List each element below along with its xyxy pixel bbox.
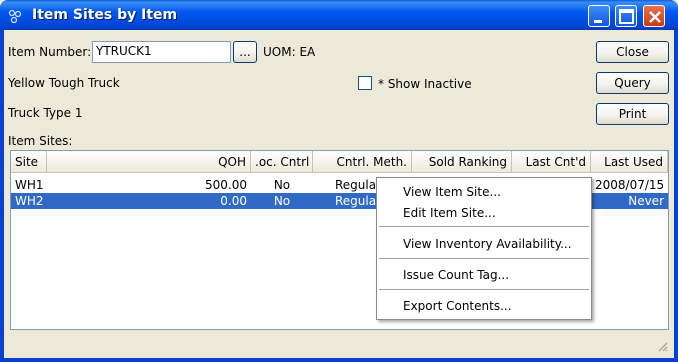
menu-item-view-inventory-availability[interactable]: View Inventory Availability... (377, 233, 591, 255)
window-frame-bottom (0, 358, 678, 362)
uom-label: UOM: EA (263, 45, 316, 59)
main-window: Item Sites by Item Item Number: YTRUCK1 … (0, 0, 678, 362)
cell-last-used: Never (628, 194, 664, 208)
dialog-body: Item Number: YTRUCK1 ... UOM: EA Yellow … (4, 30, 674, 358)
item-number-input[interactable]: YTRUCK1 (92, 41, 231, 63)
show-inactive-checkbox[interactable] (358, 76, 372, 90)
item-description-2: Truck Type 1 (8, 106, 83, 120)
menu-separator (379, 289, 589, 290)
title-bar[interactable]: Item Sites by Item (0, 0, 678, 30)
cell-loc-cntrl: No (273, 194, 291, 208)
cell-qoh: 0.00 (220, 194, 247, 208)
resize-grip-icon[interactable] (656, 340, 668, 352)
item-sites-label: Item Sites: (8, 134, 73, 148)
column-header-loc-cntrl[interactable]: .oc. Cntrl (251, 151, 313, 173)
app-icon (7, 8, 23, 24)
menu-item-view-item-site[interactable]: View Item Site... (377, 181, 591, 203)
menu-item-issue-count-tag[interactable]: Issue Count Tag... (377, 264, 591, 286)
context-menu: View Item Site... Edit Item Site... View… (376, 177, 592, 320)
column-header-sold-ranking[interactable]: Sold Ranking (412, 151, 512, 173)
show-inactive-label: * Show Inactive (378, 77, 472, 91)
menu-item-edit-item-site[interactable]: Edit Item Site... (377, 202, 591, 224)
maximize-button[interactable] (615, 5, 637, 27)
minimize-icon (594, 20, 602, 23)
column-header-last-cntd[interactable]: Last Cnt'd (512, 151, 591, 173)
menu-item-export-contents[interactable]: Export Contents... (377, 295, 591, 317)
print-button[interactable]: Print (596, 103, 669, 125)
cell-loc-cntrl: No (273, 178, 291, 192)
item-lookup-button[interactable]: ... (233, 41, 257, 63)
item-description-1: Yellow Tough Truck (8, 76, 120, 90)
item-number-label: Item Number: (8, 45, 92, 59)
close-window-button[interactable] (643, 5, 665, 27)
column-header-last-used[interactable]: Last Used (591, 151, 668, 173)
window-frame-right (674, 30, 678, 362)
close-icon (649, 11, 661, 23)
cell-last-used: 2008/07/15 (595, 178, 665, 192)
minimize-button[interactable] (588, 5, 610, 27)
maximize-icon (619, 9, 634, 24)
menu-separator (379, 258, 589, 259)
column-header-site[interactable]: Site (11, 151, 47, 173)
query-button[interactable]: Query (596, 72, 669, 94)
cell-qoh: 500.00 (205, 178, 247, 192)
menu-separator (379, 226, 589, 227)
close-button[interactable]: Close (596, 41, 669, 63)
column-header-cntrl-meth[interactable]: Cntrl. Meth. (313, 151, 412, 173)
window-title: Item Sites by Item (32, 7, 178, 23)
table-header: Site QOH .oc. Cntrl Cntrl. Meth. Sold Ra… (11, 151, 668, 173)
column-header-qoh[interactable]: QOH (47, 151, 251, 173)
